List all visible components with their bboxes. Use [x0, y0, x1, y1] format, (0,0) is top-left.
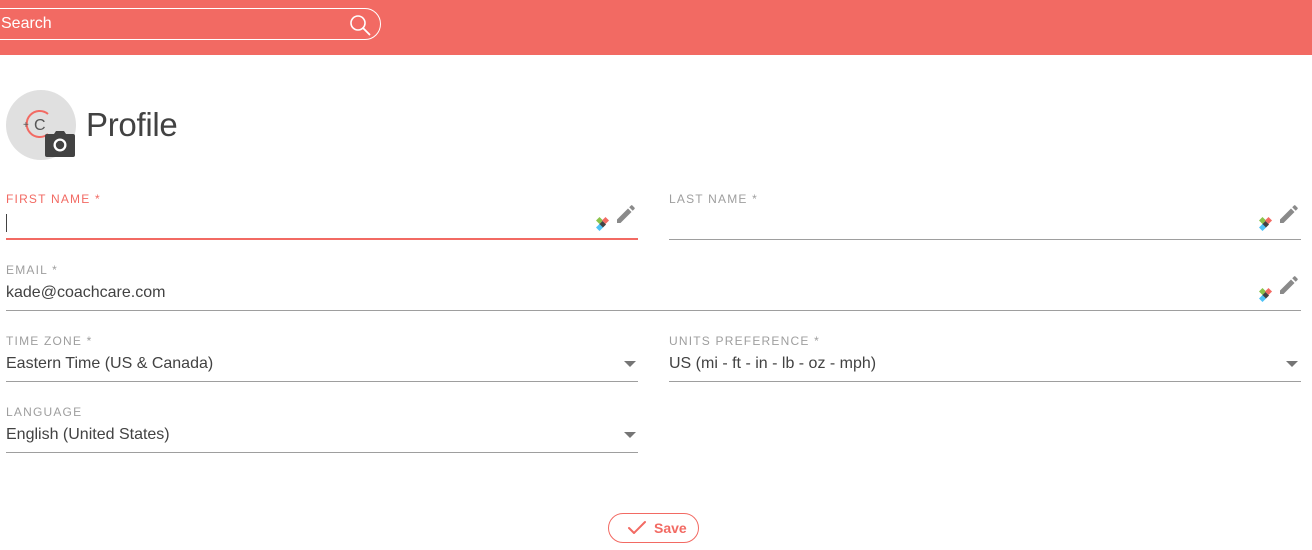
lastpass-icon[interactable]: [1259, 213, 1277, 231]
pencil-icon[interactable]: [1277, 275, 1299, 297]
last-name-label: LAST NAME *: [669, 192, 759, 206]
dropdown-arrow-icon[interactable]: [623, 431, 637, 439]
units-preference-label: UNITS PREFERENCE *: [669, 334, 820, 348]
dropdown-arrow-icon[interactable]: [1285, 360, 1299, 368]
camera-icon[interactable]: [44, 130, 76, 158]
dropdown-arrow-icon[interactable]: [623, 360, 637, 368]
first-name-label: FIRST NAME *: [6, 192, 101, 206]
first-name-underline: [6, 238, 638, 240]
pencil-icon[interactable]: [614, 204, 636, 226]
search-placeholder: Search: [1, 15, 52, 32]
email-value: kade@coachcare.com: [6, 284, 166, 301]
language-label: LANGUAGE: [6, 405, 83, 419]
language-value: English (United States): [6, 426, 170, 443]
email-underline: [6, 310, 1301, 311]
last-name-field[interactable]: LAST NAME *: [669, 192, 1301, 240]
email-label: EMAIL *: [6, 263, 58, 277]
pencil-icon[interactable]: [1277, 204, 1299, 226]
units-preference-select[interactable]: UNITS PREFERENCE * US (mi - ft - in - lb…: [669, 334, 1301, 382]
save-button[interactable]: Save: [608, 513, 699, 543]
time-zone-underline: [6, 381, 638, 382]
language-underline: [6, 452, 638, 453]
first-name-field[interactable]: FIRST NAME *: [6, 192, 638, 240]
save-label: Save: [654, 520, 687, 536]
time-zone-label: TIME ZONE *: [6, 334, 93, 348]
check-icon: [628, 521, 646, 534]
time-zone-value: Eastern Time (US & Canada): [6, 355, 214, 372]
search-input[interactable]: Search: [0, 8, 381, 40]
language-select[interactable]: LANGUAGE English (United States): [6, 405, 638, 453]
email-field[interactable]: EMAIL * kade@coachcare.com: [6, 263, 1301, 311]
page-title: Profile: [86, 106, 178, 143]
units-preference-underline: [669, 381, 1301, 382]
time-zone-select[interactable]: TIME ZONE * Eastern Time (US & Canada): [6, 334, 638, 382]
units-preference-value: US (mi - ft - in - lb - oz - mph): [669, 355, 877, 372]
lastpass-icon[interactable]: [596, 213, 614, 231]
last-name-underline: [669, 239, 1301, 240]
svg-text:+: +: [23, 120, 29, 131]
top-bar: Search: [0, 0, 1312, 55]
search-icon[interactable]: [349, 14, 371, 36]
text-cursor: [6, 214, 7, 232]
lastpass-icon[interactable]: [1259, 284, 1277, 302]
